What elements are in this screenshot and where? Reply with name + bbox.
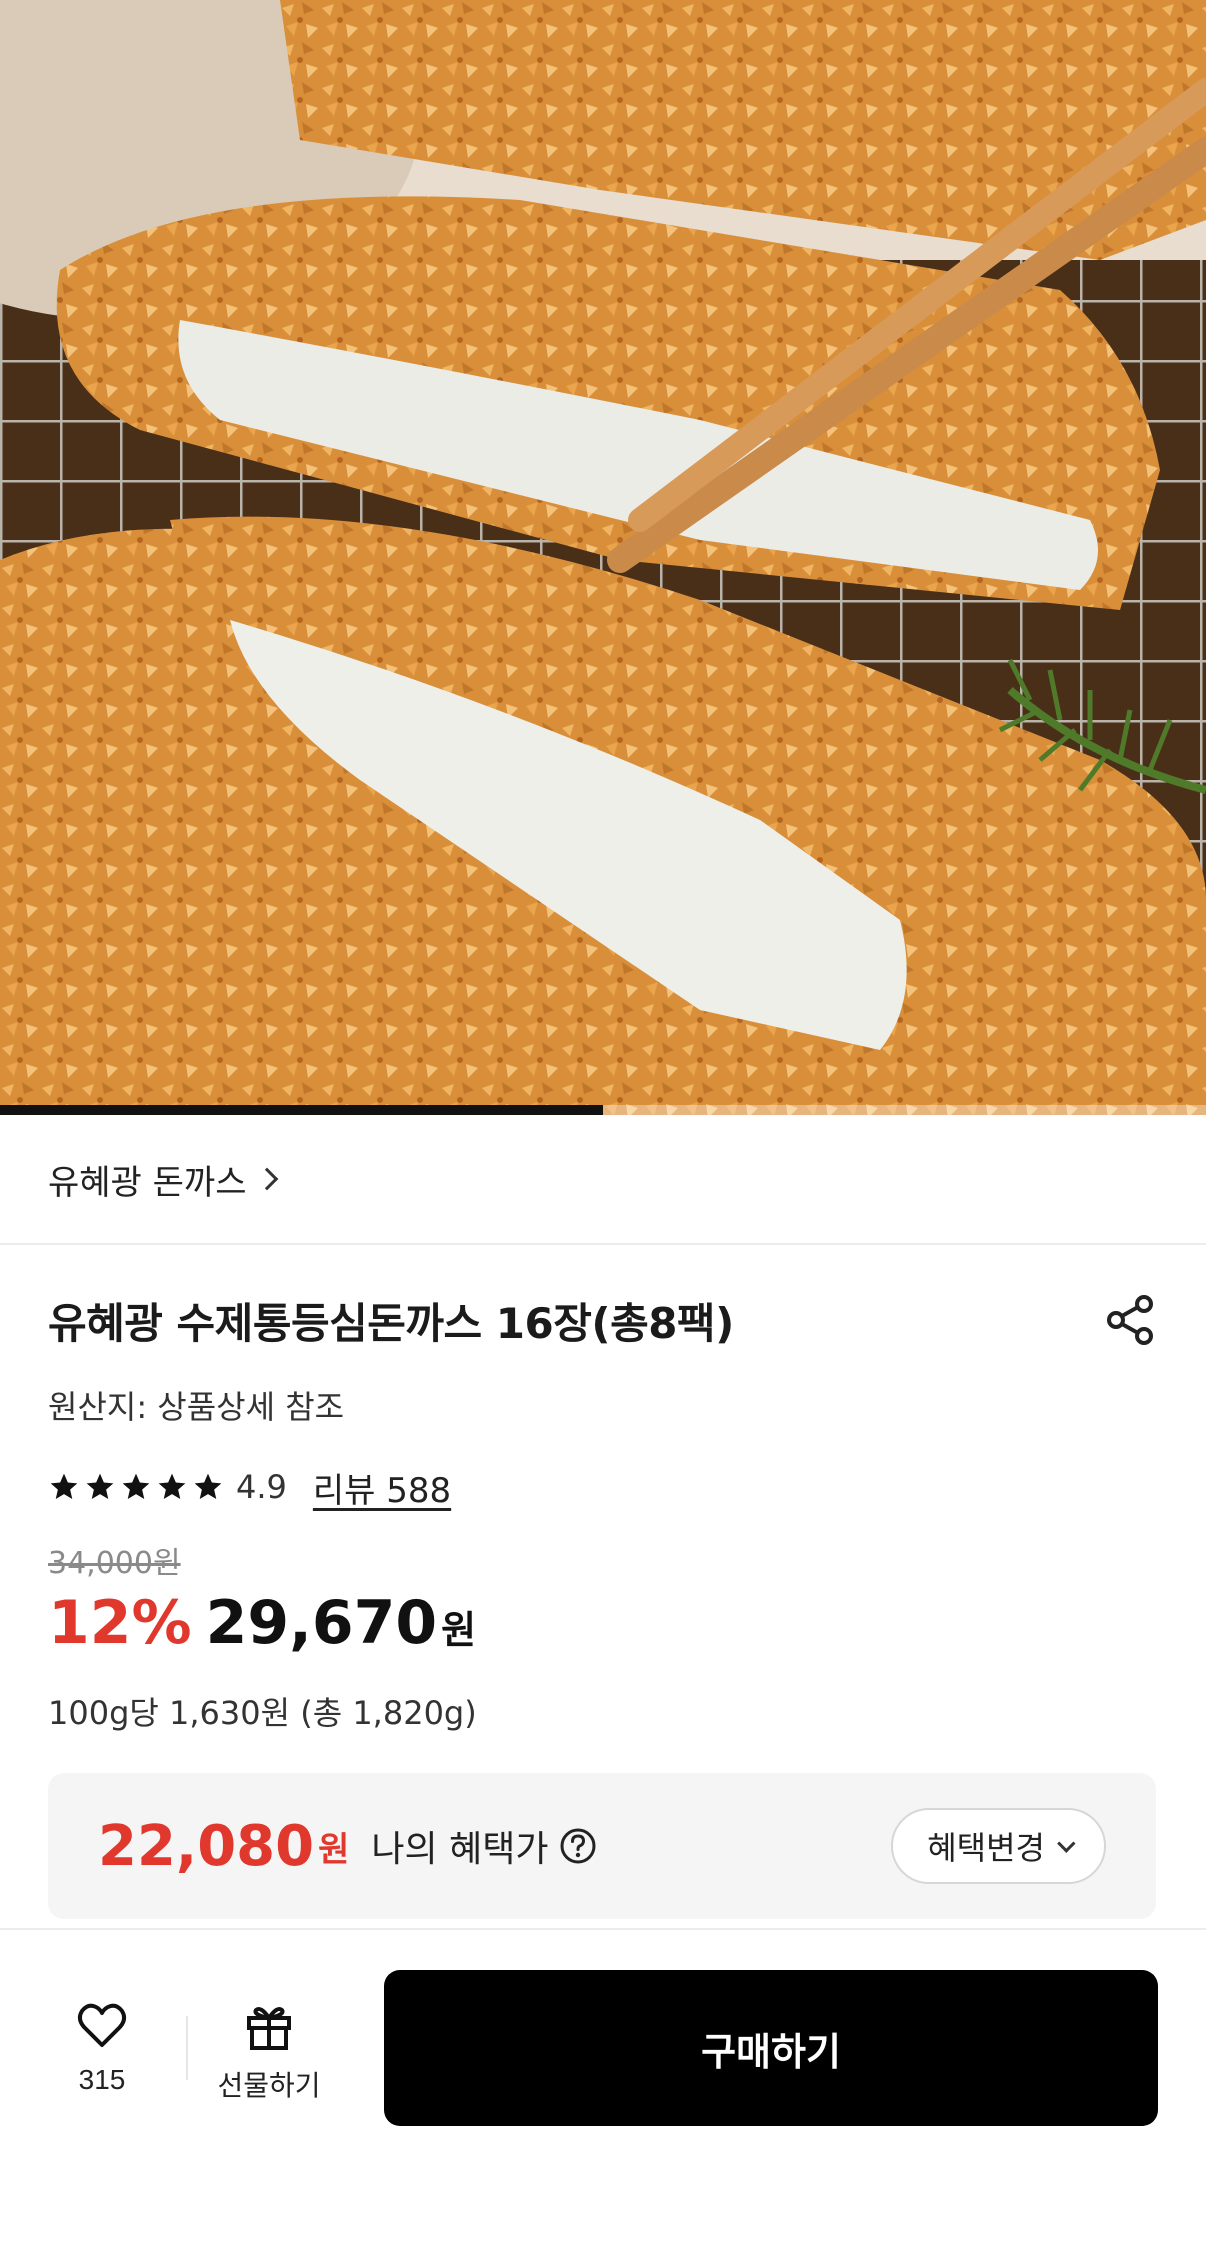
unit-price: 100g당 1,630원 (총 1,820g)	[48, 1694, 477, 1732]
original-price: 34,000원	[48, 1546, 181, 1581]
star-icon	[194, 1473, 222, 1499]
divider	[186, 2016, 188, 2080]
gift-icon	[247, 2007, 291, 2050]
rating-stars	[48, 1471, 224, 1503]
product-title-row: 유혜광 수제통등심돈까스 16장(총8팩)	[48, 1280, 1158, 1360]
star-icon	[50, 1473, 78, 1499]
question-circle-icon[interactable]	[558, 1826, 598, 1866]
heart-icon	[77, 2003, 127, 2047]
change-benefit-button[interactable]: 혜택변경	[891, 1808, 1106, 1884]
product-image[interactable]	[0, 0, 1206, 1115]
star-icon	[122, 1473, 150, 1499]
gift-button[interactable]: 선물하기	[204, 1998, 334, 2118]
gift-label: 선물하기	[217, 2070, 321, 2101]
chevron-down-icon	[1057, 1833, 1076, 1853]
price-row: 12% 29,670 원	[48, 1588, 476, 1658]
carousel-progress-fill	[0, 1105, 603, 1115]
bottom-action-bar: 315 선물하기 구매하기	[0, 1928, 1206, 2262]
like-count: 315	[78, 2064, 126, 2095]
benefit-price: 22,080	[98, 1813, 315, 1879]
benefit-label: 나의 혜택가	[371, 1829, 549, 1870]
rating-row: 4.9 리뷰 588	[48, 1462, 451, 1512]
brand-link[interactable]: 유혜광 돈까스	[0, 1115, 1206, 1245]
share-icon[interactable]	[1102, 1292, 1158, 1348]
buy-button[interactable]: 구매하기	[384, 1970, 1158, 2126]
chevron-right-icon	[255, 1167, 278, 1191]
discount-rate: 12%	[48, 1588, 192, 1658]
product-title: 유혜광 수제통등심돈까스 16장(총8팩)	[48, 1298, 734, 1348]
origin-info: 원산지: 상품상세 참조	[48, 1388, 345, 1426]
change-benefit-label: 혜택변경	[927, 1829, 1045, 1867]
image-carousel-progress	[0, 1105, 1206, 1115]
like-button[interactable]: 315	[50, 1998, 154, 2118]
brand-name: 유혜광 돈까스	[48, 1162, 247, 1203]
pork-cutlet-photo	[0, 0, 1206, 1115]
rating-score: 4.9	[236, 1468, 287, 1506]
sale-price: 29,670	[205, 1588, 438, 1658]
benefit-currency: 원	[318, 1829, 350, 1870]
star-icon	[86, 1473, 114, 1499]
star-icon	[158, 1473, 186, 1499]
review-count-link[interactable]: 리뷰 588	[313, 1463, 451, 1512]
currency-unit: 원	[441, 1608, 477, 1652]
benefit-price-box: 22,080 원 나의 혜택가 혜택변경	[48, 1773, 1156, 1919]
